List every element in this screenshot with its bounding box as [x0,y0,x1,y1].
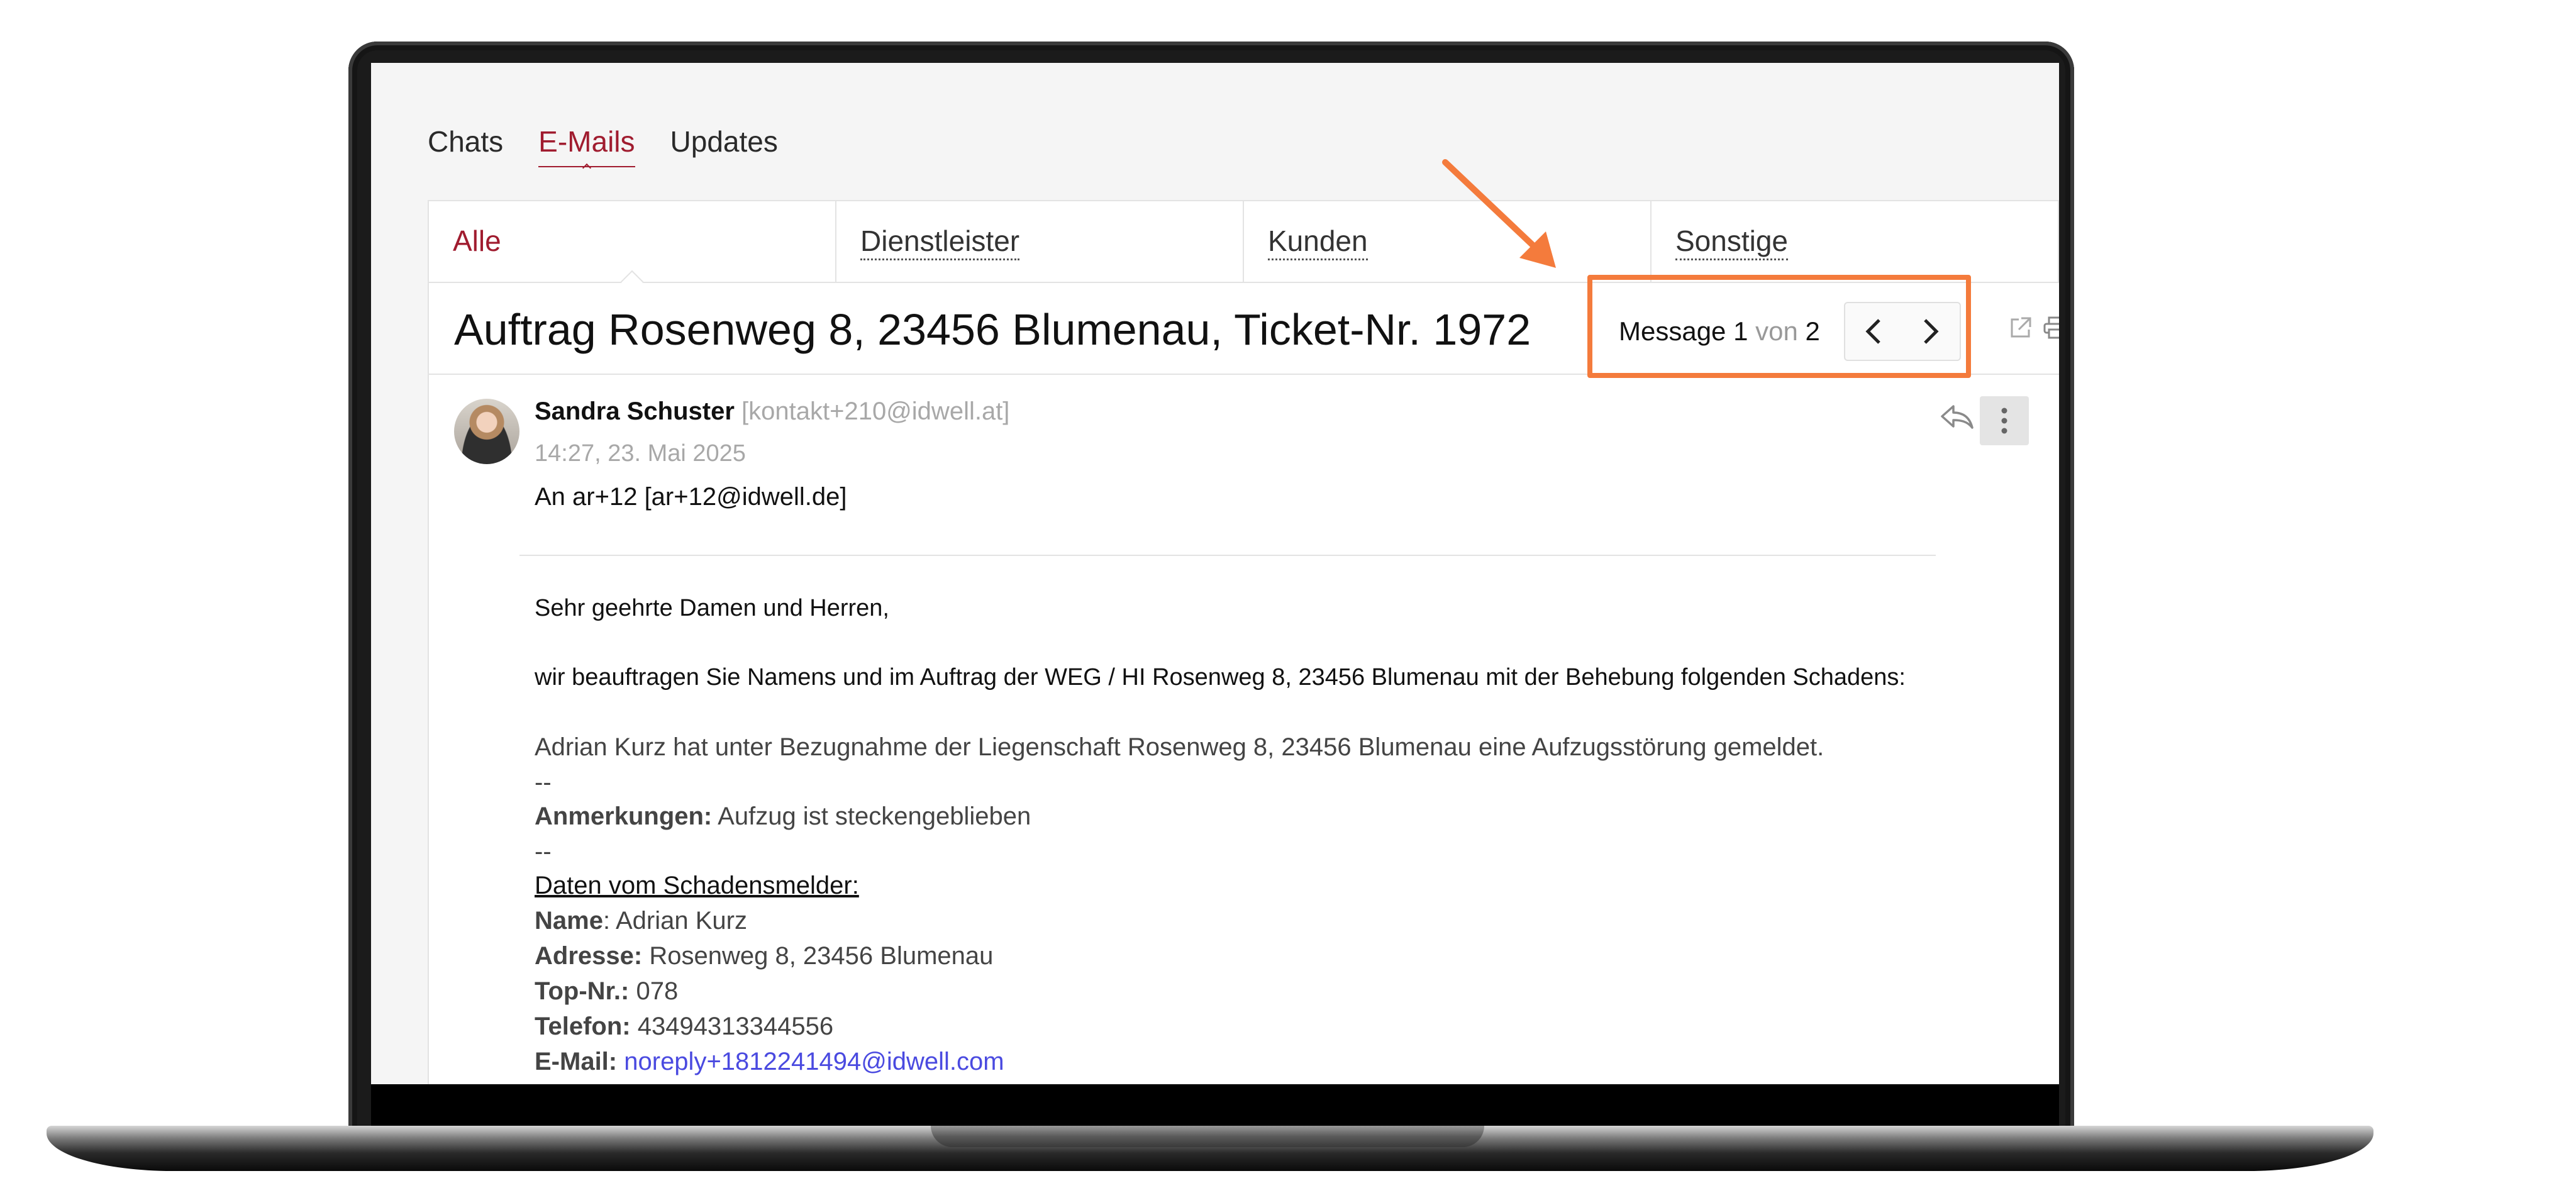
tab-emails[interactable]: E-Mails [538,125,635,167]
annotation-arrow-icon [1442,159,1556,268]
header-divider [519,555,1936,556]
reporter-phone: Telefon: 43494313344556 [535,1013,833,1041]
remarks-value: Aufzug ist steckengeblieben [718,802,1031,830]
name-value: Adrian Kurz [615,907,747,935]
top-value: 078 [636,977,679,1005]
remarks-label: Anmerkungen: [535,802,713,830]
tab-chats[interactable]: Chats [428,125,503,167]
filter-tab-label: Kunden [1268,225,1368,260]
address-value: Rosenweg 8, 23456 Blumenau [649,942,994,970]
body-report: Adrian Kurz hat unter Bezugnahme der Lie… [535,733,1824,761]
more-vertical-icon [2001,408,2007,434]
filter-tabs: Alle Dienstleister Kunden Sonstige [429,201,2059,283]
body-intro: wir beauftragen Sie Namens und im Auftra… [535,664,1906,691]
tab-updates[interactable]: Updates [670,125,778,167]
sender-line: Sandra Schuster [kontakt+210@idwell.at] [535,397,1009,426]
filter-tab-all[interactable]: Alle [429,201,836,282]
reporter-email-link[interactable]: noreply+1812241494@idwell.com [624,1048,1004,1075]
message-timestamp: 14:27, 23. Mai 2025 [535,440,746,467]
phone-value: 43494313344556 [637,1013,834,1040]
body-separator: -- [535,769,552,796]
reporter-name: Name: Adrian Kurz [535,907,747,935]
address-label: Adresse: [535,942,643,970]
sender-name: Sandra Schuster [535,397,735,425]
reporter-email: E-Mail: noreply+1812241494@idwell.com [535,1048,1004,1076]
filter-tab-label: Sonstige [1675,225,1789,260]
email-label: E-Mail: [535,1048,618,1075]
pager-highlight-box [1587,275,1971,378]
print-icon[interactable] [2043,316,2059,340]
top-tabs: Chats E-Mails Updates [428,125,778,167]
app-screen: Chats E-Mails Updates Alle Dienstleister… [371,63,2059,1084]
body-separator: -- [535,838,552,865]
filter-tab-service-providers[interactable]: Dienstleister [836,201,1244,282]
email-subject: Auftrag Rosenweg 8, 23456 Blumenau, Tick… [454,305,1531,354]
reporter-top-number: Top-Nr.: 078 [535,977,678,1006]
filter-tab-label: Alle [453,225,501,257]
message-header: Sandra Schuster [kontakt+210@idwell.at] … [429,374,2059,512]
external-link-icon[interactable] [2009,316,2033,340]
screen-bezel [371,1084,2059,1126]
reporter-heading: Daten vom Schadensmelder: [535,872,859,899]
name-label: Name [535,907,603,935]
laptop-hinge [931,1126,1484,1147]
body-remarks: Anmerkungen: Aufzug ist steckengeblieben [535,802,1031,831]
top-label: Top-Nr.: [535,977,630,1005]
reporter-address: Adresse: Rosenweg 8, 23456 Blumenau [535,942,993,970]
reply-icon[interactable] [1938,402,1975,431]
sender-email: [kontakt+210@idwell.at] [741,397,1010,425]
more-options-button[interactable] [1980,396,2029,445]
filter-tab-label: Dienstleister [860,225,1020,260]
phone-label: Telefon: [535,1013,631,1040]
message-recipient: An ar+12 [ar+12@idwell.de] [535,483,847,511]
sender-avatar[interactable] [454,399,519,464]
body-greeting: Sehr geehrte Damen und Herren, [535,595,889,621]
filter-tab-other[interactable]: Sonstige [1652,201,2059,282]
